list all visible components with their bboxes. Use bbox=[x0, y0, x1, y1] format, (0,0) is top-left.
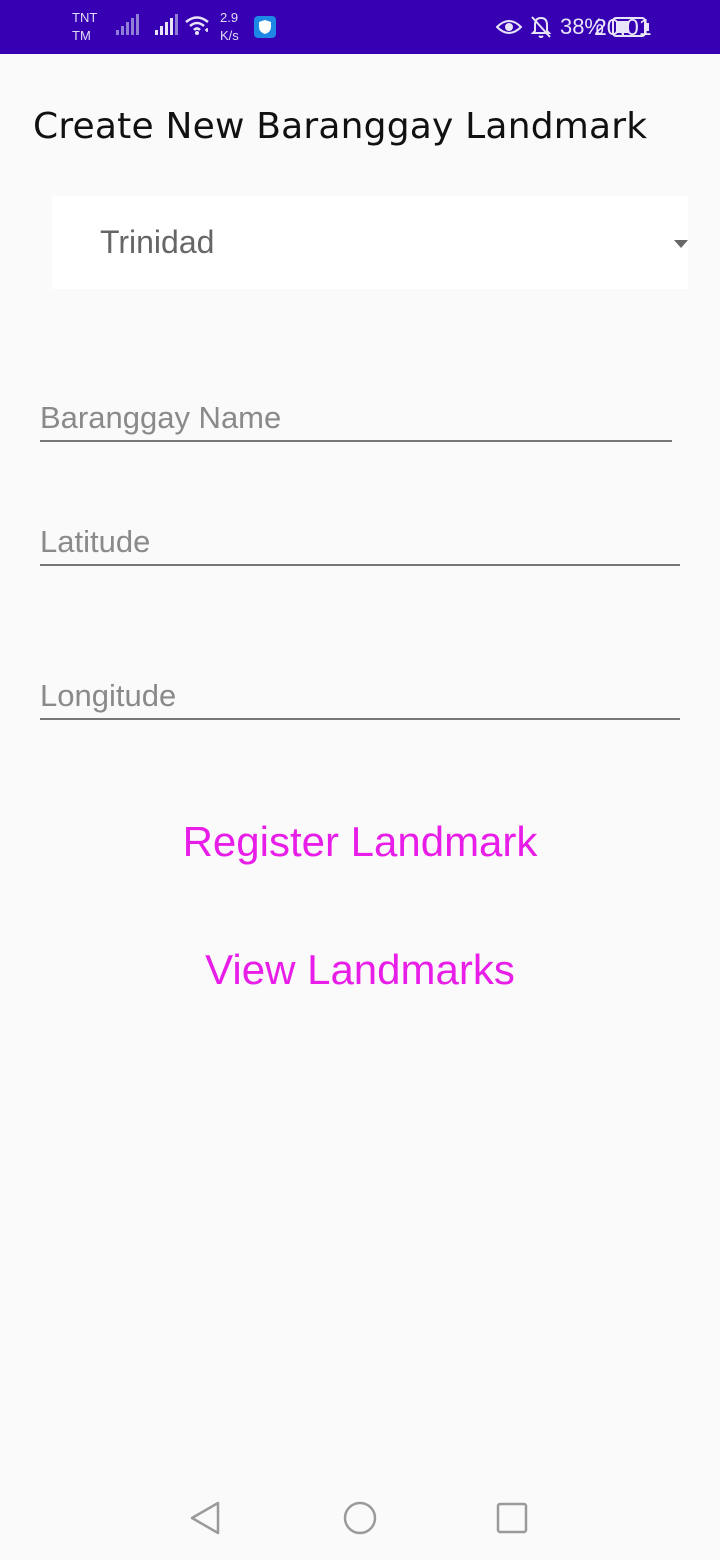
latitude-input[interactable] bbox=[40, 520, 680, 564]
eye-comfort-icon bbox=[495, 20, 522, 34]
barangay-name-input[interactable] bbox=[40, 396, 672, 440]
navigation-bar bbox=[0, 1478, 720, 1560]
carrier-label: TNT TM bbox=[72, 9, 97, 45]
network-speed-value: 2.9 bbox=[220, 10, 239, 25]
register-landmark-button[interactable]: Register Landmark bbox=[0, 818, 720, 866]
signal-sim1-icon bbox=[116, 14, 139, 35]
vpn-shield-icon bbox=[254, 16, 276, 38]
carrier-line-1: TNT bbox=[72, 10, 98, 25]
home-circle-icon[interactable] bbox=[342, 1500, 378, 1536]
wifi-icon bbox=[185, 16, 209, 35]
mute-bell-icon bbox=[530, 16, 552, 38]
recents-square-icon[interactable] bbox=[496, 1500, 528, 1536]
clock: 20:01 bbox=[594, 14, 652, 40]
back-triangle-icon[interactable] bbox=[188, 1500, 222, 1536]
municipality-spinner[interactable]: Trinidad bbox=[52, 196, 688, 289]
signal-sim2-icon bbox=[155, 14, 178, 35]
status-bar: TNT TM 2.9 K/s 38% 20:01 bbox=[0, 0, 720, 54]
page-title: Create New Baranggay Landmark bbox=[33, 106, 648, 147]
barangay-name-field bbox=[40, 396, 672, 442]
dropdown-arrow-icon bbox=[674, 240, 688, 248]
network-speed: 2.9 K/s bbox=[220, 9, 239, 45]
view-landmarks-button[interactable]: View Landmarks bbox=[0, 946, 720, 994]
carrier-line-2: TM bbox=[72, 28, 91, 43]
longitude-field bbox=[40, 674, 680, 720]
longitude-input[interactable] bbox=[40, 674, 680, 718]
spinner-selected-value: Trinidad bbox=[100, 224, 215, 260]
network-speed-unit: K/s bbox=[220, 28, 239, 43]
latitude-field bbox=[40, 520, 680, 566]
